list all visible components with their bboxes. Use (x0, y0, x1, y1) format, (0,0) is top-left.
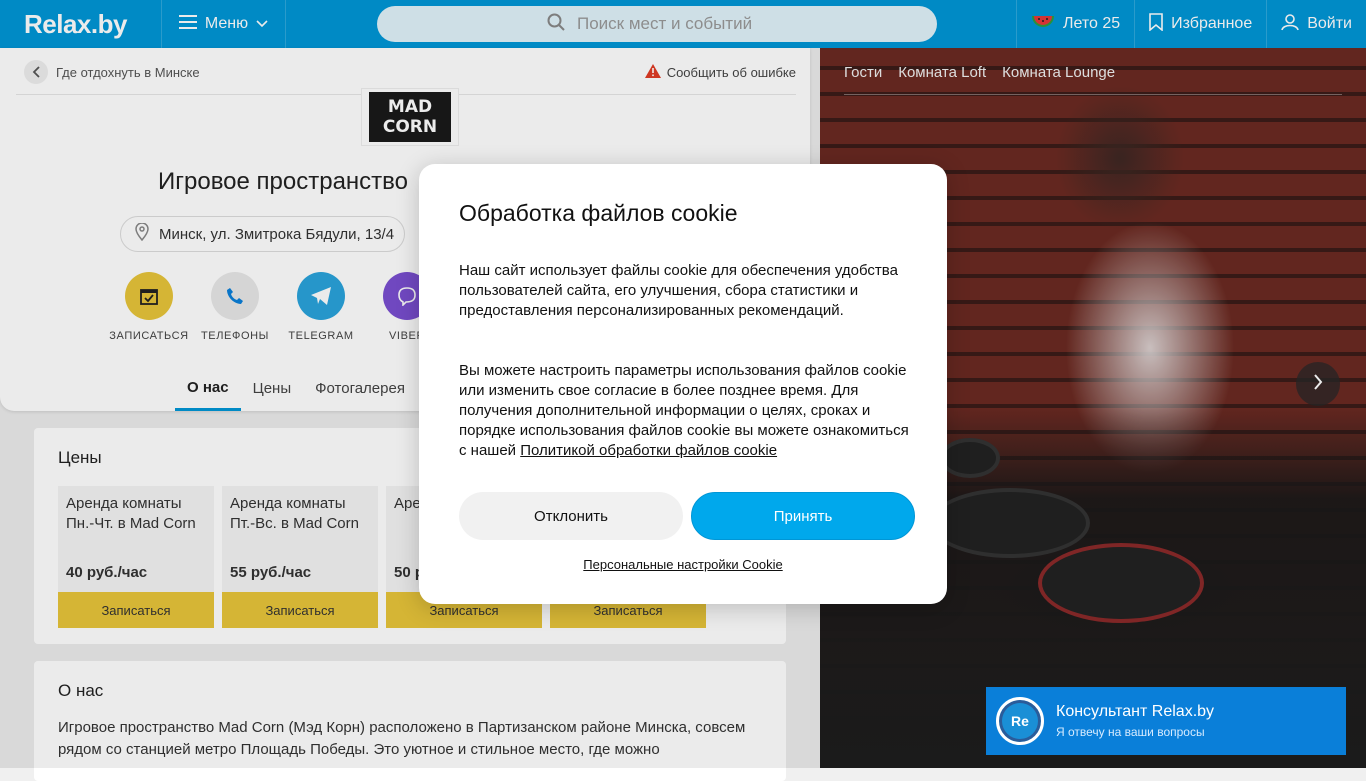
cookie-dialog: Обработка файлов cookie Наш сайт использ… (419, 164, 947, 604)
cookie-policy-link[interactable]: Политикой обработки файлов cookie (520, 442, 777, 459)
cookie-paragraph-1: Наш сайт использует файлы cookie для обе… (459, 262, 898, 319)
accept-button[interactable]: Принять (691, 492, 915, 540)
consultant-chat-widget[interactable]: Re Консультант Relax.by Я отвечу на ваши… (986, 687, 1346, 755)
decline-button[interactable]: Отклонить (459, 492, 683, 540)
consultant-text: Консультант Relax.by Я отвечу на ваши во… (1056, 703, 1214, 739)
consultant-name: Консультант Relax.by (1056, 703, 1215, 720)
consultant-avatar: Re (996, 697, 1044, 745)
consultant-subtitle: Я отвечу на ваши вопросы (1056, 725, 1205, 739)
cookie-paragraph-2: Вы можете настроить параметры использова… (459, 361, 909, 461)
cookie-settings-link[interactable]: Персональные настройки Cookie (419, 557, 947, 572)
cookie-dialog-title: Обработка файлов cookie (459, 200, 738, 226)
